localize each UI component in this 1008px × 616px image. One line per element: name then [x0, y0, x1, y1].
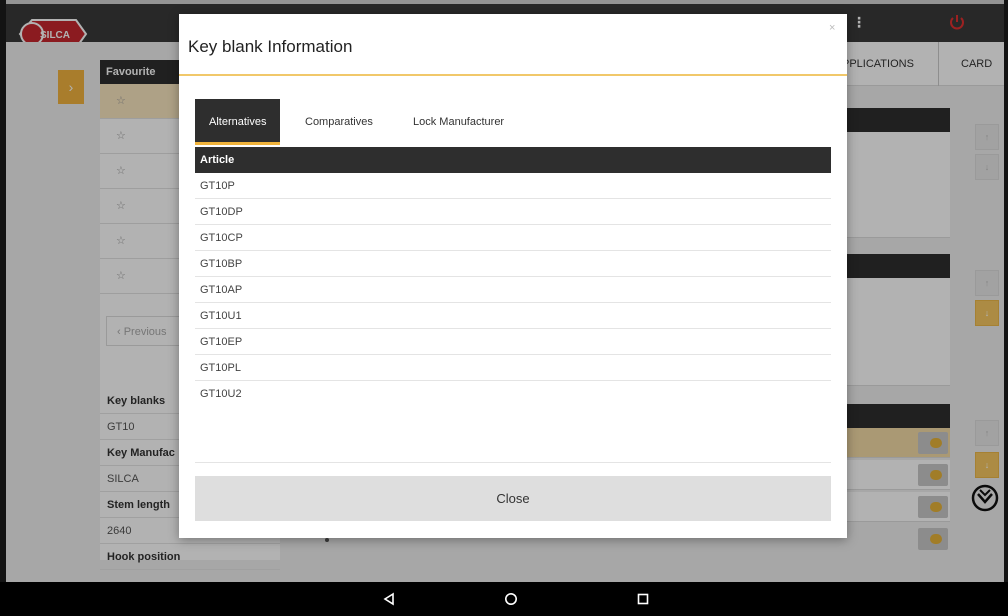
table-row[interactable]: GT10PL [195, 355, 831, 381]
table-row[interactable]: GT10BP [195, 251, 831, 277]
tab-comparatives[interactable]: Comparatives [291, 99, 387, 145]
close-button[interactable]: Close [195, 476, 831, 521]
table-row[interactable]: GT10DP [195, 199, 831, 225]
dialog-title: Key blank Information [188, 37, 353, 56]
tab-lock-manufacturer[interactable]: Lock Manufacturer [399, 99, 518, 145]
table-row[interactable]: GT10AP [195, 277, 831, 303]
footer-divider [195, 462, 831, 463]
table-row[interactable]: GT10U2 [195, 381, 831, 407]
alternatives-table: Article GT10P GT10DP GT10CP GT10BP GT10A… [195, 147, 831, 407]
table-row[interactable]: GT10CP [195, 225, 831, 251]
home-icon[interactable] [494, 582, 528, 616]
table-row[interactable]: GT10EP [195, 329, 831, 355]
table-header-article: Article [195, 147, 831, 173]
recents-icon[interactable] [626, 582, 660, 616]
android-nav-bar [0, 582, 1008, 616]
tab-alternatives[interactable]: Alternatives [195, 99, 281, 145]
table-row[interactable]: GT10P [195, 173, 831, 199]
close-icon[interactable]: × [829, 22, 835, 34]
back-icon[interactable] [372, 582, 406, 616]
table-row[interactable]: GT10U1 [195, 303, 831, 329]
title-divider [179, 74, 847, 76]
key-blank-info-dialog: Key blank Information × Alternatives Com… [179, 14, 847, 538]
dialog-tab-bar: Alternatives Comparatives Lock Manufactu… [195, 99, 831, 145]
